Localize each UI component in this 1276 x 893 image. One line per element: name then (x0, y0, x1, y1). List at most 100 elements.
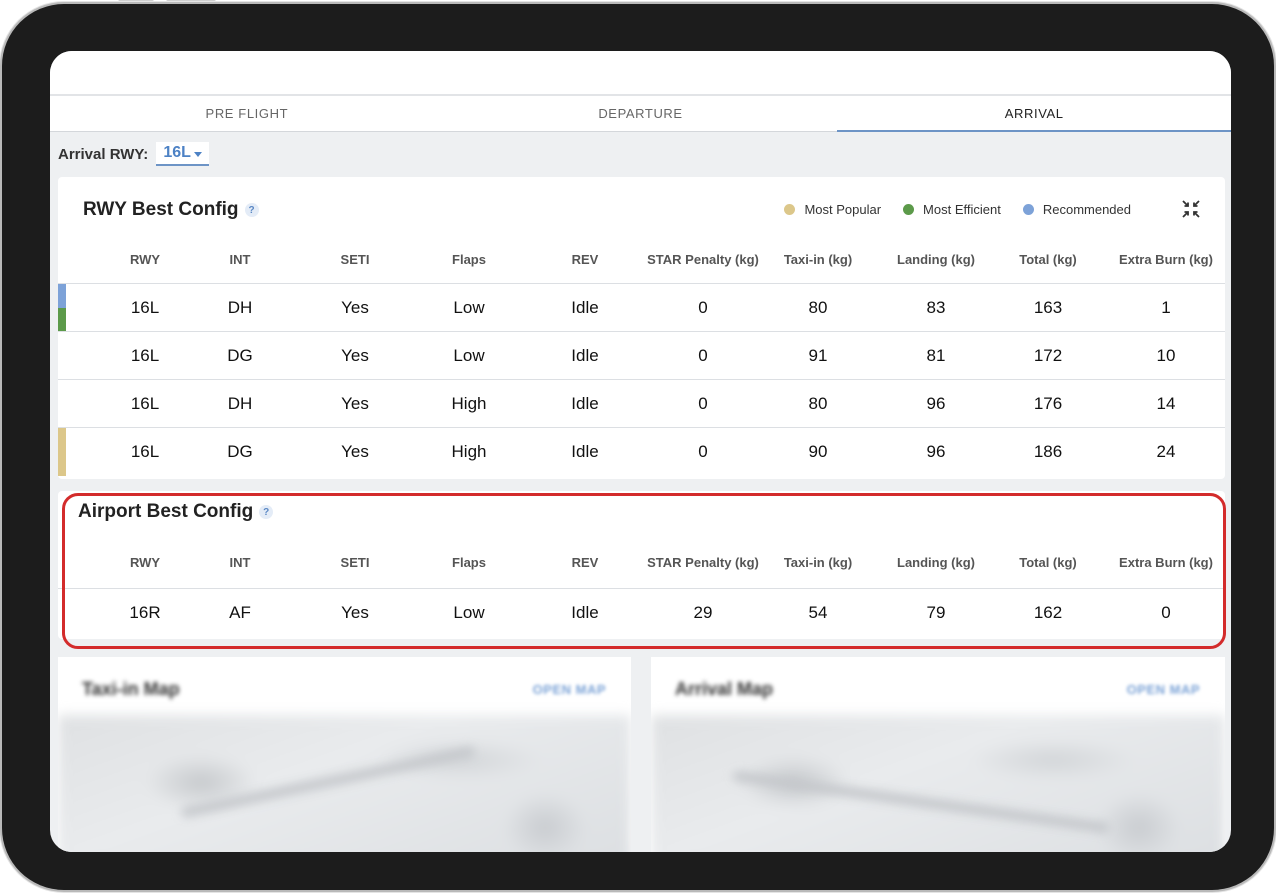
column-header: Taxi-in (kg) (783, 252, 853, 267)
table-cell: 0 (1161, 602, 1171, 622)
column-header: Taxi-in (kg) (783, 555, 853, 570)
legend-item-recommended: Recommended (1022, 202, 1131, 217)
row-category-marker (58, 308, 66, 332)
table-cell: Idle (571, 602, 599, 622)
legend-dot-icon (1022, 204, 1034, 215)
legend-dot-icon (903, 204, 915, 215)
table-cell: Low (453, 602, 485, 622)
table-row[interactable]: 16L DH Yes Low Idle 0 80 83 163 1 (58, 283, 1225, 332)
table-row[interactable]: 16L DG Yes Low Idle 0 91 81 172 10 (58, 331, 1225, 379)
table-cell: 80 (808, 393, 828, 413)
table-cell: Idle (571, 441, 599, 461)
legend-label: Recommended (1042, 202, 1131, 217)
table-cell: Idle (571, 393, 599, 413)
map-view[interactable] (651, 715, 1225, 852)
arrival-map-card: Arrival Map OPEN MAP (651, 657, 1225, 852)
table-cell: DH (227, 297, 253, 317)
table-cell: 24 (1156, 441, 1176, 461)
collapse-icon[interactable] (1181, 199, 1201, 219)
table-cell: 1 (1161, 297, 1171, 317)
help-icon[interactable]: ? (259, 505, 274, 519)
top-bar (50, 51, 1231, 94)
table-cell: 54 (808, 602, 828, 622)
table-cell: DH (227, 393, 253, 413)
table-cell: Idle (571, 297, 599, 317)
table-cell: 96 (926, 441, 946, 461)
arrival-rwy-dropdown[interactable]: 16L (156, 142, 209, 166)
arrival-rwy-label: Arrival RWY: (58, 145, 149, 163)
table-cell: High (451, 441, 487, 461)
table-cell: 81 (926, 345, 946, 365)
column-header: Landing (kg) (897, 252, 975, 267)
column-header: Extra Burn (kg) (1119, 252, 1213, 267)
table-cell: 172 (1033, 345, 1063, 365)
table-cell: 10 (1156, 345, 1176, 365)
tab-arrival[interactable]: ARRIVAL (837, 96, 1231, 132)
card-title-text: Airport Best Config (78, 501, 254, 522)
column-header: Total (kg) (1019, 555, 1077, 570)
table-cell: DG (227, 345, 253, 365)
table-cell: AF (229, 602, 251, 622)
table-cell: Yes (341, 602, 369, 622)
tab-bar: PRE FLIGHT DEPARTURE ARRIVAL (50, 94, 1231, 132)
table-cell: 0 (698, 297, 708, 317)
table-row[interactable]: 16L DG Yes High Idle 0 90 96 186 24 (58, 427, 1225, 476)
table-cell: 96 (926, 393, 946, 413)
legend-item-most-efficient: Most Efficient (903, 202, 1001, 217)
table-cell: 90 (808, 441, 828, 461)
legend-item-most-popular: Most Popular (784, 202, 881, 217)
table-cell: 0 (698, 441, 708, 461)
map-title: Taxi-in Map (82, 679, 180, 699)
legend-label: Most Efficient (923, 202, 1001, 217)
rwy-best-config-card: RWY Best Config ? Most Popular Most Effi… (58, 177, 1225, 479)
airport-best-config-card: Airport Best Config ? RWY INT SETI Flaps REV… (58, 491, 1225, 639)
legend-label: Most Popular (804, 202, 882, 217)
column-header: SETI (340, 252, 370, 267)
table-row[interactable]: 16L DH Yes High Idle 0 80 96 176 14 (58, 379, 1225, 427)
caret-down-icon (193, 151, 202, 157)
column-header: REV (571, 252, 599, 267)
card-title-text: RWY Best Config (83, 199, 239, 220)
open-map-link[interactable]: OPEN MAP (533, 682, 606, 697)
column-header: Flaps (452, 252, 486, 267)
table-cell: Yes (341, 441, 369, 461)
arrival-rwy-value: 16L (163, 144, 191, 161)
table-cell: 163 (1033, 297, 1063, 317)
table-cell: 186 (1033, 441, 1063, 461)
arrival-rwy-selector: Arrival RWY: 16L (58, 142, 209, 166)
table-cell: High (451, 393, 487, 413)
table-cell: 80 (808, 297, 828, 317)
help-icon[interactable]: ? (244, 203, 259, 217)
rwy-best-config-title: RWY Best Config ? (83, 199, 259, 221)
row-category-marker (58, 284, 66, 308)
column-header: STAR Penalty (kg) (647, 252, 759, 267)
column-header: Total (kg) (1019, 252, 1077, 267)
column-header: STAR Penalty (kg) (647, 555, 759, 570)
table-cell: Low (453, 297, 485, 317)
table-cell: 91 (808, 345, 828, 365)
table-cell: Yes (341, 297, 369, 317)
column-header: Landing (kg) (897, 555, 975, 570)
table-cell: Yes (341, 393, 369, 413)
open-map-link[interactable]: OPEN MAP (1127, 682, 1200, 697)
table-cell: Idle (571, 345, 599, 365)
table-cell: 14 (1156, 393, 1176, 413)
column-header: INT (229, 252, 251, 267)
row-category-marker (58, 428, 66, 476)
taxi-in-map-card: Taxi-in Map OPEN MAP (58, 657, 631, 852)
table-cell: 0 (698, 345, 708, 365)
table-cell: Yes (341, 345, 369, 365)
table-row[interactable]: 16R AF Yes Low Idle 29 54 79 162 0 (58, 588, 1225, 636)
tab-pre-flight[interactable]: PRE FLIGHT (50, 96, 444, 131)
legend-dot-icon (784, 204, 796, 215)
table-cell: 79 (926, 602, 946, 622)
map-title: Arrival Map (675, 679, 774, 699)
table-cell: DG (227, 441, 253, 461)
table-cell: 0 (698, 393, 708, 413)
tab-departure[interactable]: DEPARTURE (444, 96, 838, 131)
column-header: Flaps (452, 555, 486, 570)
airport-best-config-title: Airport Best Config ? (78, 501, 274, 523)
column-header: Extra Burn (kg) (1119, 555, 1213, 570)
table-cell: 29 (693, 602, 713, 622)
app-screen: PRE FLIGHT DEPARTURE ARRIVAL Arrival RWY… (50, 51, 1231, 852)
